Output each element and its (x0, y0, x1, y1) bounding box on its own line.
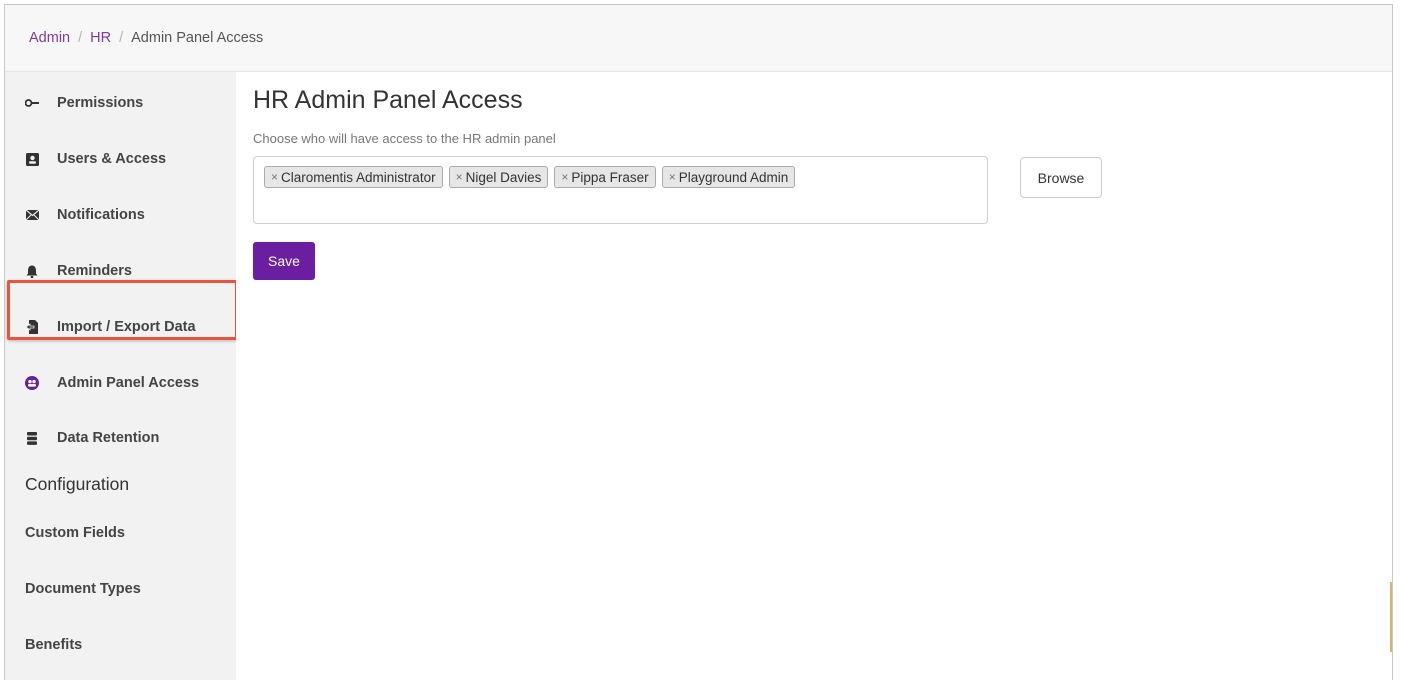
sidebar-item-users-access[interactable]: Users & Access (5, 141, 236, 177)
sidebar-item-label: Import / Export Data (57, 319, 196, 335)
sidebar: Permissions Users & Access Notifications… (5, 72, 236, 680)
users-circle-icon (25, 376, 39, 390)
sidebar-item-custom-fields[interactable]: Custom Fields (5, 515, 236, 551)
sidebar-item-document-types[interactable]: Document Types (5, 571, 236, 607)
database-icon (25, 431, 39, 445)
tag-label: Pippa Fraser (571, 169, 649, 185)
sidebar-item-admin-panel-access[interactable]: Admin Panel Access (5, 365, 236, 401)
file-import-icon (25, 320, 39, 334)
sidebar-item-label: Users & Access (57, 151, 167, 167)
user-tag[interactable]: × Nigel Davies (448, 166, 549, 188)
bell-icon (25, 264, 39, 278)
sidebar-section-heading: Configuration (25, 474, 130, 494)
page-title: HR Admin Panel Access (253, 86, 523, 114)
remove-tag-icon[interactable]: × (669, 170, 676, 184)
key-icon (25, 96, 39, 110)
sidebar-item-label: Admin Panel Access (57, 375, 200, 391)
sidebar-item-permissions[interactable]: Permissions (5, 85, 236, 121)
sidebar-item-notifications[interactable]: Notifications (5, 197, 236, 233)
access-users-input[interactable]: × Claromentis Administrator × Nigel Davi… (253, 156, 988, 224)
sidebar-item-reminders[interactable]: Reminders (5, 253, 236, 289)
app-frame: Admin / HR / Admin Panel Access Permissi… (4, 4, 1393, 680)
sidebar-item-label: Permissions (57, 95, 144, 111)
breadcrumb-hr[interactable]: HR (90, 30, 111, 46)
user-card-icon (25, 152, 39, 166)
sidebar-item-benefits[interactable]: Benefits (5, 627, 236, 663)
sidebar-item-label: Reminders (57, 263, 132, 279)
tag-label: Playground Admin (678, 169, 789, 185)
main-content: HR Admin Panel Access Choose who will ha… (236, 72, 1392, 680)
sidebar-item-label: Data Retention (57, 430, 160, 446)
save-button[interactable]: Save (253, 242, 315, 280)
user-tag[interactable]: × Claromentis Administrator (264, 166, 443, 188)
sidebar-item-import-export[interactable]: Import / Export Data (5, 309, 236, 345)
page-description: Choose who will have access to the HR ad… (253, 131, 556, 146)
breadcrumb-separator: / (78, 30, 83, 46)
remove-tag-icon[interactable]: × (456, 170, 463, 184)
breadcrumb: Admin / HR / Admin Panel Access (5, 5, 1392, 72)
user-tag[interactable]: × Playground Admin (661, 166, 796, 188)
remove-tag-icon[interactable]: × (271, 170, 278, 184)
remove-tag-icon[interactable]: × (561, 170, 568, 184)
browse-button[interactable]: Browse (1020, 157, 1102, 198)
breadcrumb-admin[interactable]: Admin (29, 30, 70, 46)
breadcrumb-current: Admin Panel Access (131, 30, 264, 46)
tag-label: Claromentis Administrator (281, 169, 436, 185)
user-tag[interactable]: × Pippa Fraser (554, 166, 656, 188)
envelope-icon (25, 208, 39, 222)
breadcrumb-separator: / (119, 30, 124, 46)
edge-decoration (1390, 582, 1392, 652)
sidebar-item-data-retention[interactable]: Data Retention (5, 420, 236, 456)
sidebar-item-label: Notifications (57, 207, 145, 223)
tag-label: Nigel Davies (465, 169, 542, 185)
